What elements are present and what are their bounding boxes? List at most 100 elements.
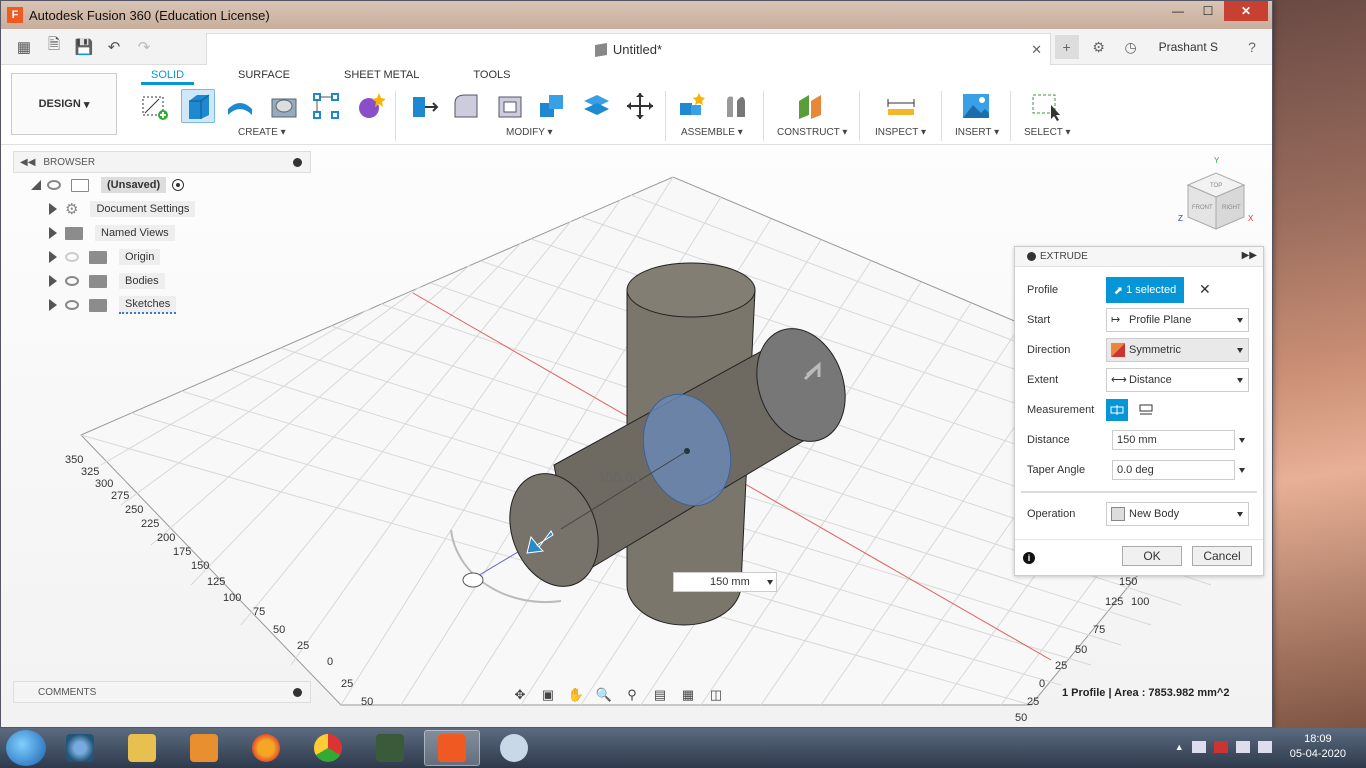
inspect-group-label[interactable]: INSPECT ▾ (875, 127, 926, 138)
viewport-canvas[interactable]: 350 325 300 275 250 225 200 175 150 125 … (1, 145, 1272, 727)
taper-angle-input[interactable]: 0.0 deg (1112, 460, 1235, 480)
combine-icon[interactable] (535, 89, 569, 123)
tree-item-bodies[interactable]: Bodies (13, 269, 311, 293)
tab-surface[interactable]: SURFACE (228, 67, 300, 85)
taskbar-chrome[interactable] (300, 730, 356, 766)
taskbar-explorer[interactable] (114, 730, 170, 766)
browser-header[interactable]: ◀◀ BROWSER (13, 151, 311, 173)
flag-icon[interactable] (1191, 741, 1206, 753)
data-panel-grid-icon[interactable]: ▦ (11, 34, 37, 60)
tree-item-named-views[interactable]: Named Views (13, 221, 311, 245)
tab-tools[interactable]: TOOLS (463, 67, 520, 85)
measure-icon[interactable] (884, 89, 918, 123)
cancel-button[interactable]: Cancel (1192, 546, 1252, 566)
measurement-symmetric-half-icon[interactable] (1106, 399, 1128, 421)
distance-options-icon[interactable] (1239, 438, 1245, 443)
taskbar-fusion360[interactable] (424, 730, 480, 766)
activate-radio-icon[interactable] (172, 179, 185, 191)
show-hidden-icons[interactable]: ▲ (1175, 742, 1184, 752)
job-status-icon[interactable]: ⚙ (1087, 35, 1111, 59)
tab-solid[interactable]: SOLID (141, 67, 195, 85)
move-icon[interactable] (623, 89, 657, 123)
help-icon[interactable]: ? (1240, 35, 1264, 59)
assemble-group-label[interactable]: ASSEMBLE ▾ (681, 127, 743, 138)
comments-header[interactable]: COMMENTS (13, 681, 311, 703)
browser-pin-icon[interactable] (293, 158, 302, 167)
maximize-button[interactable]: ☐ (1194, 1, 1222, 21)
insert-group-label[interactable]: INSERT ▾ (955, 127, 999, 138)
extent-dropdown[interactable]: ⟷ Distance (1106, 368, 1249, 392)
info-icon[interactable]: i (1023, 552, 1035, 564)
taskbar-ie[interactable] (52, 730, 108, 766)
taskbar-task-manager[interactable] (362, 730, 418, 766)
select-window-icon[interactable] (1029, 89, 1063, 123)
select-group-label[interactable]: SELECT ▾ (1024, 127, 1071, 138)
tree-item-document-settings[interactable]: ⚙ Document Settings (13, 197, 311, 221)
save-icon[interactable]: 💾 (71, 34, 97, 60)
taskbar-paint[interactable] (486, 730, 542, 766)
taskbar-media-player[interactable] (176, 730, 232, 766)
collapse-browser-icon[interactable]: ◀◀ (20, 157, 35, 168)
new-component-icon[interactable] (675, 89, 709, 123)
volume-icon[interactable] (1257, 741, 1272, 753)
user-account[interactable]: Prashant S (1159, 40, 1218, 54)
direction-dropdown[interactable]: Symmetric (1106, 338, 1249, 362)
zoom-icon[interactable]: 🔍 (593, 685, 615, 705)
undo-icon[interactable]: ↶ (101, 34, 127, 60)
grid-settings-icon[interactable]: ▦ (677, 685, 699, 705)
visibility-eye-icon[interactable] (65, 276, 79, 286)
insert-image-icon[interactable] (959, 89, 993, 123)
create-form-icon[interactable] (353, 89, 387, 123)
tree-item-sketches[interactable]: Sketches (13, 293, 311, 317)
tree-item-origin[interactable]: Origin (13, 245, 311, 269)
joint-icon[interactable] (719, 89, 753, 123)
pan-hand-icon[interactable]: ✋ (565, 685, 587, 705)
tab-sheet-metal[interactable]: SHEET METAL (334, 67, 429, 85)
tree-root[interactable]: (Unsaved) (13, 173, 311, 197)
clock[interactable]: 18:09 05-04-2020 (1290, 732, 1346, 762)
orbit-icon[interactable]: ✥ (509, 685, 531, 705)
add-comment-icon[interactable] (293, 688, 302, 697)
viewports-icon[interactable]: ◫ (705, 685, 727, 705)
expand-icon[interactable] (49, 299, 57, 311)
profile-select-button[interactable]: ⬈ 1 selected (1106, 277, 1184, 303)
extrude-header[interactable]: EXTRUDE ▶▶ (1015, 247, 1263, 267)
network-signal-icon[interactable] (1235, 741, 1250, 753)
taskbar-firefox[interactable] (238, 730, 294, 766)
expand-icon[interactable] (49, 275, 57, 287)
press-pull-icon[interactable] (407, 89, 441, 123)
operation-dropdown[interactable]: New Body (1106, 502, 1249, 526)
close-tab-icon[interactable]: ✕ (1031, 42, 1042, 58)
clear-selection-icon[interactable]: ✕ (1199, 281, 1211, 298)
construct-group-label[interactable]: CONSTRUCT ▾ (777, 127, 847, 138)
offset-face-icon[interactable] (579, 89, 613, 123)
expand-icon[interactable] (49, 251, 57, 263)
visibility-eye-icon[interactable] (47, 180, 61, 190)
expand-root-icon[interactable] (31, 180, 41, 190)
expand-icon[interactable] (49, 203, 57, 215)
viewcube[interactable]: TOP FRONT RIGHT Y X Z (1176, 155, 1256, 235)
workspace-switcher[interactable]: DESIGN ▾ (11, 73, 117, 135)
notifications-clock-icon[interactable]: ◷ (1119, 35, 1143, 59)
expand-dialog-icon[interactable]: ▶▶ (1242, 250, 1257, 261)
extrude-icon[interactable] (181, 89, 215, 123)
document-tab[interactable]: Untitled* ✕ (206, 33, 1051, 65)
taper-options-icon[interactable] (1239, 468, 1245, 473)
visibility-eye-off-icon[interactable] (65, 252, 79, 262)
display-settings-icon[interactable]: ▤ (649, 685, 671, 705)
look-at-icon[interactable]: ▣ (537, 685, 559, 705)
shell-icon[interactable] (493, 89, 527, 123)
fillet-icon[interactable] (449, 89, 483, 123)
pattern-icon[interactable] (309, 89, 343, 123)
measurement-whole-length-icon[interactable] (1135, 399, 1157, 421)
expand-icon[interactable] (49, 227, 57, 239)
redo-icon[interactable]: ↷ (131, 34, 157, 60)
start-dropdown[interactable]: ↦ Profile Plane (1106, 308, 1249, 332)
ok-button[interactable]: OK (1122, 546, 1182, 566)
new-tab-plus-icon[interactable]: + (1054, 35, 1079, 59)
minimize-button[interactable]: — (1164, 1, 1192, 21)
modify-group-label[interactable]: MODIFY ▾ (506, 127, 553, 138)
file-menu-icon[interactable]: 🗎 (41, 34, 67, 60)
start-button-icon[interactable] (6, 730, 46, 766)
security-icon[interactable] (1213, 741, 1228, 753)
